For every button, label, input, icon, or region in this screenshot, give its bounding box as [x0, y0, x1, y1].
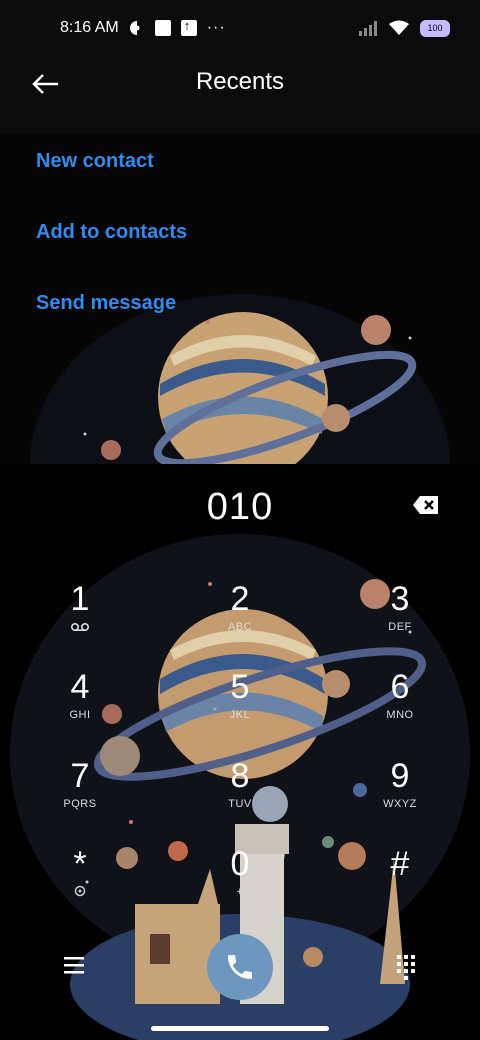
key-1[interactable]: 1 — [20, 579, 140, 659]
key-digit: 2 — [230, 580, 250, 618]
dial-tone-icon — [74, 885, 86, 897]
key-9[interactable]: 9 WXYZ — [340, 756, 460, 836]
key-5[interactable]: 5 JKL — [180, 667, 300, 747]
home-indicator[interactable] — [151, 1026, 329, 1031]
status-left: 8:16 AM ··· — [60, 18, 226, 37]
dialpad-icon[interactable] — [396, 954, 416, 980]
key-letters: MNO — [386, 709, 414, 721]
key-digit: 4 — [70, 668, 90, 706]
send-message-option[interactable]: Send message — [36, 292, 176, 315]
key-8[interactable]: 8 TUV — [180, 756, 300, 836]
phone-icon — [228, 955, 252, 979]
upload-icon — [180, 18, 197, 36]
key-star[interactable]: * — [20, 844, 140, 924]
theme-icon — [129, 21, 144, 35]
key-letters: PQRS — [63, 798, 97, 810]
key-0[interactable]: 0 + — [180, 844, 300, 924]
add-to-contacts-option[interactable]: Add to contacts — [36, 221, 187, 244]
key-hash[interactable]: # — [340, 844, 460, 924]
page-title: Recents — [195, 68, 285, 95]
key-letters: ABC — [227, 621, 253, 633]
key-3[interactable]: 3 DEF — [340, 579, 460, 659]
dialed-number: 010 — [206, 486, 274, 528]
signal-icon — [359, 21, 377, 36]
key-digit: 5 — [230, 668, 250, 706]
dialer-screen: 8:16 AM ··· 100 — [0, 0, 480, 1040]
status-time: 8:16 AM — [60, 19, 119, 36]
backspace-icon[interactable] — [412, 494, 440, 516]
key-letters: TUV — [228, 798, 252, 810]
key-digit: 6 — [390, 668, 410, 706]
status-right: 100 — [358, 19, 450, 37]
key-7[interactable]: 7 PQRS — [20, 756, 140, 836]
call-button[interactable] — [207, 934, 273, 1000]
key-digit: 0 — [230, 845, 250, 883]
app-header: Recents — [0, 56, 480, 116]
key-digit: 9 — [390, 757, 410, 795]
key-digit: * — [73, 845, 87, 883]
status-bar: 8:16 AM ··· 100 — [0, 0, 480, 56]
battery-icon: 100 — [420, 19, 450, 37]
wifi-icon — [389, 20, 409, 35]
hamburger-menu-icon[interactable] — [62, 954, 86, 976]
key-letters: DEF — [388, 621, 412, 633]
key-digit: 1 — [70, 580, 90, 618]
key-digit: # — [390, 845, 410, 883]
key-2[interactable]: 2 ABC — [180, 579, 300, 659]
key-letters: + — [236, 886, 244, 898]
key-letters: GHI — [69, 709, 91, 721]
overflow-dots: ··· — [206, 19, 226, 36]
key-digit: 8 — [230, 757, 250, 795]
new-contact-option[interactable]: New contact — [36, 150, 154, 173]
key-digit: 7 — [70, 757, 90, 795]
key-letters: JKL — [229, 709, 251, 721]
recents-actions: New contact Add to contacts Send message — [0, 134, 480, 464]
key-letters: WXYZ — [383, 798, 417, 810]
key-6[interactable]: 6 MNO — [340, 667, 460, 747]
key-digit: 3 — [390, 580, 410, 618]
key-4[interactable]: 4 GHI — [20, 667, 140, 747]
square-icon — [154, 20, 171, 36]
voicemail-icon — [70, 622, 90, 632]
